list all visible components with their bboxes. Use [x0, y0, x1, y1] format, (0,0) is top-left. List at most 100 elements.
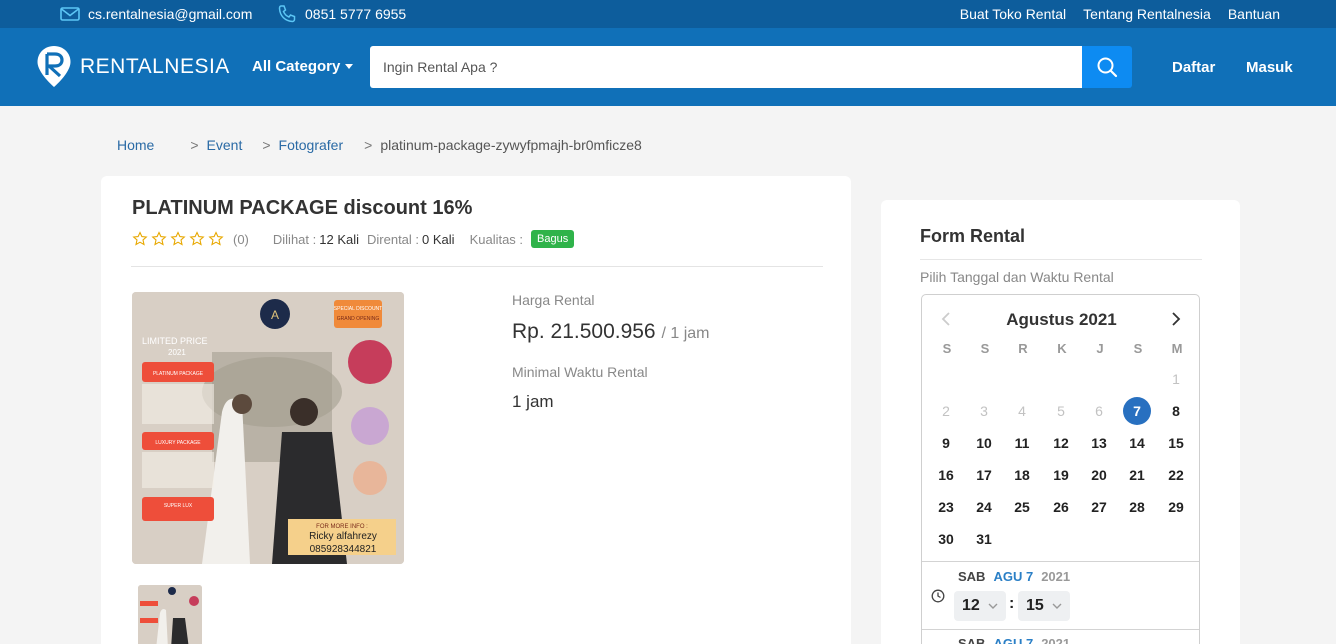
top-bar: cs.rentalnesia@gmail.com 0851 5777 6955 …	[0, 0, 1336, 28]
calendar-day[interactable]: 17	[969, 461, 999, 489]
calendar-day: 4	[1018, 403, 1026, 419]
mail-icon	[60, 7, 80, 21]
next-month-button[interactable]	[1169, 311, 1183, 332]
logo-pin-icon	[37, 46, 71, 87]
divider	[131, 266, 823, 267]
calendar-day[interactable]: 9	[931, 429, 961, 457]
calendar-day[interactable]: 7	[1122, 397, 1152, 425]
product-card: PLATINUM PACKAGE discount 16% (0) Diliha…	[101, 176, 851, 644]
form-title: Form Rental	[920, 226, 1026, 246]
calendar-day[interactable]: 12	[1046, 429, 1076, 457]
calendar-day[interactable]: 28	[1122, 493, 1152, 521]
start-time-header: SAB AGU 7 2021	[958, 569, 1070, 584]
contact-phone-text: 0851 5777 6955	[305, 6, 407, 22]
breadcrumb-event[interactable]: Event	[207, 137, 243, 153]
contact-email[interactable]: cs.rentalnesia@gmail.com	[60, 0, 252, 28]
chevron-down-icon	[1052, 603, 1062, 609]
weekday-header: S	[942, 341, 952, 356]
image-contact-name: Ricky alfahrezy	[309, 531, 377, 542]
rating-count: (0)	[233, 231, 249, 247]
divider	[922, 629, 1199, 630]
contact-phone[interactable]: 0851 5777 6955	[277, 0, 406, 28]
breadcrumb-home[interactable]: Home	[117, 137, 154, 153]
register-link[interactable]: Daftar	[1172, 59, 1215, 76]
svg-text:A: A	[271, 308, 279, 322]
breadcrumb-separator: >	[262, 137, 271, 153]
chevron-right-icon	[1172, 312, 1181, 326]
star-icon	[189, 231, 205, 246]
breadcrumb: Home > Event > Fotografer > platinum-pac…	[117, 137, 642, 153]
calendar-day[interactable]: 18	[1007, 461, 1037, 489]
hour-select[interactable]: 12	[954, 591, 1006, 621]
product-title: PLATINUM PACKAGE discount 16%	[132, 197, 473, 219]
product-photo: A SPECIAL DISCOUNT GRAND OPENING LIMITED…	[132, 292, 404, 564]
calendar-day[interactable]: 16	[931, 461, 961, 489]
rented-value: 0 Kali	[422, 231, 455, 247]
breadcrumb-fotografer[interactable]: Fotografer	[279, 137, 344, 153]
quality-label: Kualitas :	[469, 231, 524, 247]
login-link[interactable]: Masuk	[1246, 59, 1293, 76]
minute-select[interactable]: 15	[1018, 591, 1070, 621]
calendar-day[interactable]: 19	[1046, 461, 1076, 489]
category-dropdown[interactable]: All Category	[252, 58, 354, 75]
product-main-image[interactable]: A SPECIAL DISCOUNT GRAND OPENING LIMITED…	[132, 292, 404, 564]
weekday-header: J	[1096, 341, 1104, 356]
calendar-day[interactable]: 14	[1122, 429, 1152, 457]
calendar-day[interactable]: 10	[969, 429, 999, 457]
calendar-day[interactable]: 27	[1084, 493, 1114, 521]
calendar-day[interactable]: 22	[1161, 461, 1191, 489]
search-button[interactable]	[1082, 46, 1132, 88]
calendar-day[interactable]: 20	[1084, 461, 1114, 489]
min-rental-label: Minimal Waktu Rental	[512, 364, 648, 380]
divider	[920, 259, 1202, 260]
search-input[interactable]	[370, 46, 1082, 88]
brand-logo[interactable]: RENTALNESIA	[36, 45, 230, 89]
weekday-header: R	[1018, 341, 1028, 356]
calendar-day[interactable]: 21	[1122, 461, 1152, 489]
calendar-day: 6	[1095, 403, 1103, 419]
calendar-day[interactable]: 23	[931, 493, 961, 521]
start-year: 2021	[1041, 569, 1071, 584]
link-buat-toko[interactable]: Buat Toko Rental	[960, 6, 1066, 22]
calendar-day[interactable]: 31	[969, 525, 999, 553]
product-meta: (0) Dilihat : 12 Kali Dirental : 0 Kali …	[132, 230, 575, 248]
calendar-day[interactable]: 8	[1161, 397, 1191, 425]
hour-value: 12	[962, 597, 980, 614]
breadcrumb-separator: >	[190, 137, 199, 153]
form-subtitle: Pilih Tanggal dan Waktu Rental	[920, 269, 1114, 285]
calendar-day: 5	[1057, 403, 1065, 419]
image-luxury-text: LUXURY PACKAGE	[155, 440, 201, 446]
calendar-day[interactable]: 13	[1084, 429, 1114, 457]
calendar-day[interactable]: 11	[1007, 429, 1037, 457]
category-label: All Category	[252, 58, 341, 75]
calendar-month: Agustus 2021	[1006, 310, 1117, 329]
calendar-day[interactable]: 29	[1161, 493, 1191, 521]
clock-icon	[931, 589, 945, 603]
minute-value: 15	[1026, 597, 1044, 614]
calendar-day[interactable]: 15	[1161, 429, 1191, 457]
calendar-day[interactable]: 25	[1007, 493, 1037, 521]
calendar-day: 3	[980, 403, 988, 419]
contact-email-text: cs.rentalnesia@gmail.com	[88, 6, 253, 22]
weekday-header: K	[1057, 341, 1067, 356]
image-superlux-text: SUPER LUX	[164, 503, 193, 509]
main-header: RENTALNESIA All Category Daftar Masuk	[0, 28, 1336, 106]
link-bantuan[interactable]: Bantuan	[1228, 6, 1280, 22]
calendar-day: 1	[1172, 371, 1180, 387]
calendar-day[interactable]: 30	[931, 525, 961, 553]
calendar-day[interactable]: 26	[1046, 493, 1076, 521]
product-thumbnail[interactable]	[138, 585, 202, 644]
end-year: 2021	[1041, 636, 1071, 644]
image-limited-text: LIMITED PRICE	[142, 336, 208, 346]
image-year-text: 2021	[168, 348, 186, 357]
start-date: AGU 7	[993, 569, 1034, 584]
link-tentang[interactable]: Tentang Rentalnesia	[1083, 6, 1211, 22]
image-platinum-text: PLATINUM PACKAGE	[153, 371, 204, 377]
phone-icon	[278, 5, 296, 23]
weekday-header: S	[1133, 341, 1143, 356]
time-separator: :	[1009, 595, 1015, 612]
calendar-day[interactable]: 24	[969, 493, 999, 521]
start-weekday: SAB	[958, 569, 986, 584]
date-picker: Agustus 2021 SAB AGU 7 2021 12 : 15 SAB …	[921, 294, 1200, 644]
thumbnail-photo	[138, 585, 202, 644]
